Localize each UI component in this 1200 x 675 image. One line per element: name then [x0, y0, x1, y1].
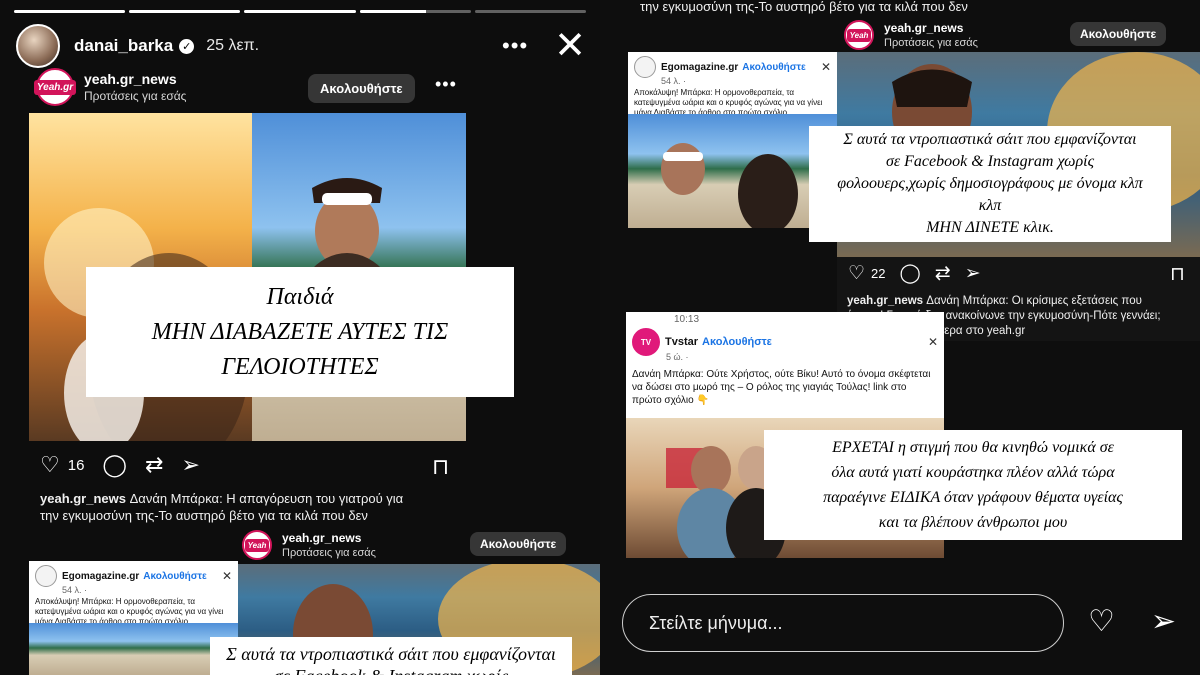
post-username: yeah.gr_news [84, 71, 177, 87]
post-header: Yeah yeah.gr_news Προτάσεις για εσάς [242, 530, 376, 560]
post-subtitle: Προτάσεις για εσάς [282, 547, 376, 559]
caption-text: Δανάη Μπάρκα: Η απαγόρευση του γιατρού γ… [129, 491, 404, 506]
overlay-line: φολοουερς,χωρίς δημοσιογράφους με όνομα … [837, 175, 1143, 192]
caption-text: την εγκυμοσύνη της-Το αυστηρό βέτο για τ… [40, 508, 368, 523]
send-icon[interactable]: ➢ [1151, 604, 1176, 639]
overlay-text-box: ΕΡΧΕΤΑΙ η στιγμή που θα κινηθώ νομικά σε… [764, 430, 1182, 540]
send-icon: ➢ [964, 263, 981, 284]
repost-icon: ⇄ [145, 452, 164, 477]
like-count: 22 [871, 266, 886, 281]
yeah-logo: Yeah.gr [33, 68, 77, 106]
send-icon: ➢ [181, 452, 200, 477]
avatar[interactable] [16, 24, 60, 68]
card-name: Egomagazine.gr [661, 61, 739, 73]
egomagazine-logo [634, 56, 656, 78]
progress-segment [474, 10, 587, 13]
like-count: 16 [67, 456, 85, 474]
card-follow: Ακολουθήστε [702, 336, 772, 348]
overlay-text-box: Σ αυτά τα ντροπιαστικά σάιτ που εμφανίζο… [809, 126, 1171, 242]
message-placeholder: Στείλτε μήνυμα... [649, 612, 783, 633]
close-icon: ✕ [820, 60, 831, 74]
story-header: danai_barka ✓ 25 λεπ. ••• ✕ [16, 24, 586, 68]
tvstar-logo: TV [632, 328, 660, 356]
progress-segment [129, 10, 241, 13]
card-time: 54 λ. · [62, 585, 88, 595]
heart-icon: ♡ [40, 452, 60, 477]
story-progress [14, 10, 587, 13]
card-image [29, 623, 238, 675]
card-time: 54 λ. · [661, 76, 687, 86]
overlay-line: ΜΗΝ ΔΙΝΕΤΕ κλικ. [926, 219, 1054, 236]
egomagazine-logo [35, 565, 57, 587]
overlay-line: σε Facebook & Instagram χωρίς [885, 153, 1095, 170]
overlay-line: κλπ [978, 197, 1002, 214]
progress-segment [14, 10, 126, 13]
follow-button: Ακολουθήστε [470, 532, 567, 556]
post-header: Yeah yeah.gr_news Προτάσεις για εσάς [844, 20, 978, 50]
card-name: Egomagazine.gr [62, 570, 140, 582]
overlay-line: σε Facebook & Instagram χωρίς [274, 665, 508, 675]
overlay-text-box: Σ αυτά τα ντροπιαστικά σάιτ που εμφανίζο… [210, 637, 572, 675]
progress-segment [244, 10, 356, 13]
post-username: yeah.gr_news [282, 531, 362, 545]
post-actions: ♡ 22 ◯ ⇄ ➢ [848, 264, 981, 283]
overlay-line: Παιδιά [266, 283, 334, 310]
overlay-line: και τα βλέπουν άνθρωποι μου [878, 514, 1068, 531]
story-time: 25 λεπ. [206, 37, 260, 54]
close-icon[interactable]: ✕ [554, 27, 586, 65]
post-header: Yeah.gr yeah.gr_news Προτάσεις για εσάς [33, 68, 187, 106]
progress-segment [359, 10, 471, 13]
egomagazine-card: Egomagazine.gr Ακολουθήστε ✕ 54 λ. · Απο… [29, 561, 238, 675]
card-image [628, 114, 837, 228]
overlay-line: παραέγινε ΕΙΔΙΚΑ όταν γράφουν θέματα υγε… [823, 489, 1123, 506]
right-story-panel: την εγκυμοσύνη της-Το αυστηρό βέτο για τ… [600, 0, 1200, 675]
close-icon: ✕ [221, 569, 232, 583]
story-username[interactable]: danai_barka [74, 36, 173, 56]
repost-icon: ⇄ [934, 263, 951, 284]
caption-text: Δανάη Μπάρκα: Οι κρίσιμες εξετάσεις που [926, 295, 1142, 307]
overlay-line: Σ αυτά τα ντροπιαστικά σάιτ που εμφανίζο… [226, 644, 556, 664]
bookmark-icon: ⊓ [432, 454, 450, 479]
card-text: Δανάη Μπάρκα: Ούτε Χρήστος, ούτε Βίκυ! Α… [632, 369, 931, 406]
message-input[interactable]: Στείλτε μήνυμα... [622, 594, 1064, 652]
overlay-line: ΕΡΧΕΤΑΙ η στιγμή που θα κινηθώ νομικά σε [832, 439, 1114, 456]
heart-icon: ♡ [848, 263, 866, 284]
more-icon: ••• [435, 74, 457, 94]
card-time: 5 ώ. · [666, 352, 689, 362]
comment-icon: ◯ [102, 452, 128, 477]
post-subtitle: Προτάσεις για εσάς [84, 89, 187, 103]
card-follow: Ακολουθήστε [742, 61, 806, 73]
overlay-line: ΜΗΝ ΔΙΑΒΑΖΕΤΕ ΑΥΤΕΣ ΤΙΣ [151, 318, 449, 345]
verified-icon: ✓ [179, 38, 195, 54]
post-caption: yeah.gr_news Δανάη Μπάρκα: Η απαγόρευση … [40, 490, 560, 524]
status-time: 10:13 [674, 314, 700, 325]
post-subtitle: Προτάσεις για εσάς [884, 37, 978, 49]
yeah-logo: Yeah [242, 530, 272, 560]
reply-actions: ♡ ➢ [1088, 604, 1176, 639]
follow-button: Ακολουθήστε [1070, 22, 1167, 46]
left-story-panel: danai_barka ✓ 25 λεπ. ••• ✕ Yeah.gr yeah… [0, 0, 600, 675]
caption-username: yeah.gr_news [40, 491, 126, 506]
close-icon: ✕ [927, 335, 938, 349]
overlay-text-box: Παιδιά ΜΗΝ ΔΙΑΒΑΖΕΤΕ ΑΥΤΕΣ ΤΙΣ ΓΕΛΟΙΟΤΗΤ… [86, 267, 514, 397]
bookmark-icon: ⊓ [1170, 264, 1185, 285]
follow-button: Ακολουθήστε [308, 74, 415, 103]
overlay-line: ΓΕΛΟΙΟΤΗΤΕΣ [221, 353, 379, 380]
heart-icon[interactable]: ♡ [1088, 604, 1115, 639]
caption-username: yeah.gr_news [847, 295, 924, 307]
more-icon[interactable]: ••• [502, 33, 528, 59]
card-follow: Ακολουθήστε [143, 570, 207, 582]
overlay-line: όλα αυτά γιατί κουράστηκα πλέον αλλά τώρ… [831, 464, 1115, 481]
egomagazine-card: Egomagazine.gr Ακολουθήστε ✕ 54 λ. · Απο… [628, 52, 837, 228]
card-name: Tvstar [665, 336, 699, 348]
yeah-logo: Yeah [844, 20, 874, 50]
overlay-line: Σ αυτά τα ντροπιαστικά σάιτ που εμφανίζο… [843, 131, 1137, 148]
comment-icon: ◯ [899, 263, 921, 284]
post-actions: ♡ 16 ◯ ⇄ ➢ [40, 454, 200, 476]
post-username: yeah.gr_news [884, 21, 964, 35]
top-caption-fragment: την εγκυμοσύνη της-Το αυστηρό βέτο για τ… [640, 0, 968, 14]
